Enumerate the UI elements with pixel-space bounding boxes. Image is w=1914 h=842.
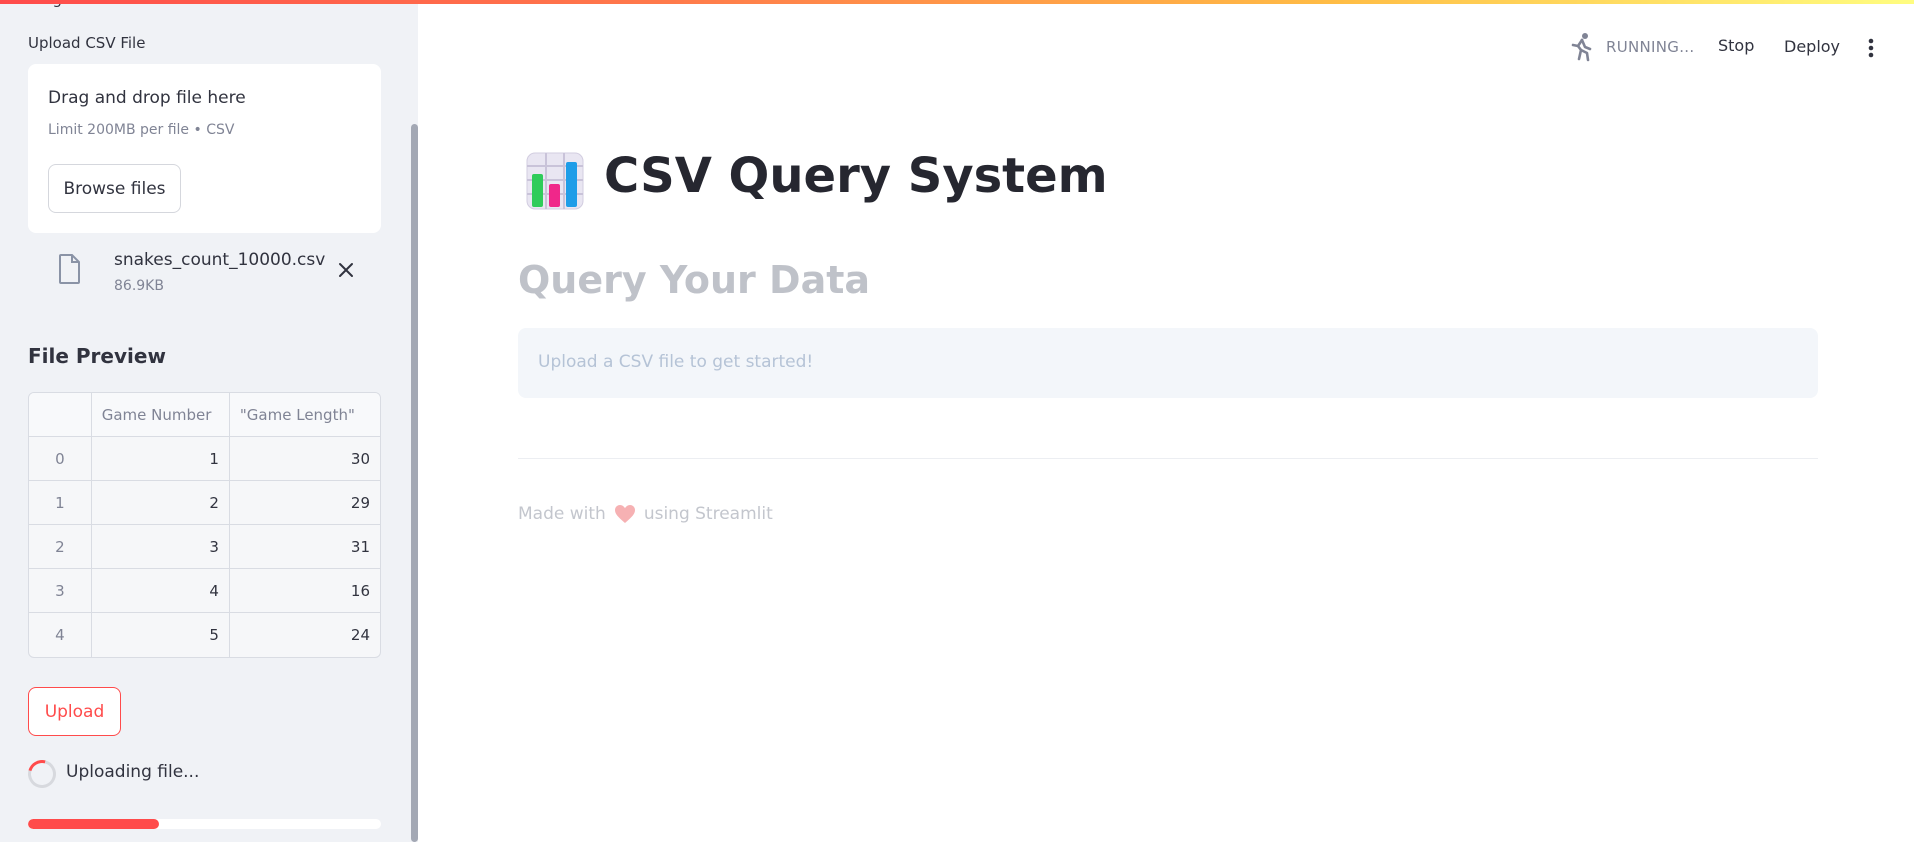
table-cell[interactable]: 31 (230, 525, 380, 568)
file-icon (59, 254, 80, 284)
sidebar-scrollbar[interactable] (411, 124, 418, 842)
file-name: snakes_count_10000.csv (114, 250, 326, 270)
preview-table: Game Number "Game Length" 0 1 30 1 2 29 … (28, 392, 381, 658)
deploy-button[interactable]: Deploy (1784, 37, 1840, 56)
column-header[interactable]: "Game Length" (229, 393, 380, 436)
table-row: 4 5 24 (29, 613, 380, 657)
row-index: 0 (29, 437, 92, 480)
dropzone-title: Drag and drop file here (48, 88, 246, 108)
column-header (29, 393, 92, 436)
table-cell[interactable]: 1 (92, 437, 230, 480)
table-cell[interactable]: 3 (92, 525, 230, 568)
table-cell[interactable]: 16 (230, 569, 380, 612)
table-header-row: Game Number "Game Length" (29, 393, 380, 437)
upload-button[interactable]: Upload (28, 687, 121, 736)
browse-files-button[interactable]: Browse files (48, 164, 181, 213)
table-cell[interactable]: 29 (230, 481, 380, 524)
running-status: RUNNING... (1568, 32, 1694, 62)
stop-button[interactable]: Stop (1718, 36, 1754, 55)
table-cell[interactable]: 24 (230, 613, 380, 657)
table-row: 1 2 29 (29, 481, 380, 525)
table-cell[interactable]: 2 (92, 481, 230, 524)
bar-chart-icon (526, 152, 584, 210)
footer-suffix: using Streamlit (643, 504, 773, 524)
info-alert-text: Upload a CSV file to get started! (538, 352, 814, 372)
close-icon[interactable] (336, 260, 356, 280)
row-index: 4 (29, 613, 92, 657)
more-vertical-icon[interactable] (1864, 36, 1878, 60)
file-size: 86.9KB (114, 278, 164, 294)
table-cell[interactable]: 4 (92, 569, 230, 612)
info-alert: Upload a CSV file to get started! (518, 328, 1818, 398)
sidebar: …ng Upload CSV File Drag and drop file h… (0, 0, 418, 842)
spinner-icon (22, 754, 62, 794)
upload-progress-fill (28, 819, 159, 829)
section-subtitle: Query Your Data (518, 258, 871, 302)
uploaded-file-row: snakes_count_10000.csv 86.9KB (28, 248, 381, 304)
upload-label: Upload CSV File (28, 34, 146, 52)
footer: Made with using Streamlit (518, 504, 773, 524)
running-status-text: RUNNING... (1606, 38, 1695, 56)
dropzone-limit: Limit 200MB per file • CSV (48, 122, 235, 138)
column-header[interactable]: Game Number (91, 393, 230, 436)
table-row: 3 4 16 (29, 569, 380, 613)
upload-progress-bar (28, 819, 381, 829)
file-dropzone[interactable]: Drag and drop file here Limit 200MB per … (28, 64, 381, 233)
runner-icon (1571, 33, 1592, 62)
upload-status-text: Uploading file... (66, 762, 200, 782)
table-row: 0 1 30 (29, 437, 380, 481)
top-decoration-bar (0, 0, 1914, 4)
table-row: 2 3 31 (29, 525, 380, 569)
footer-prefix: Made with (518, 504, 606, 524)
row-index: 2 (29, 525, 92, 568)
page-title: CSV Query System (604, 148, 1108, 204)
row-index: 3 (29, 569, 92, 612)
table-cell[interactable]: 5 (92, 613, 230, 657)
row-index: 1 (29, 481, 92, 524)
heart-icon (614, 505, 635, 523)
table-cell[interactable]: 30 (230, 437, 380, 480)
divider (518, 458, 1818, 459)
file-preview-title: File Preview (28, 344, 166, 368)
